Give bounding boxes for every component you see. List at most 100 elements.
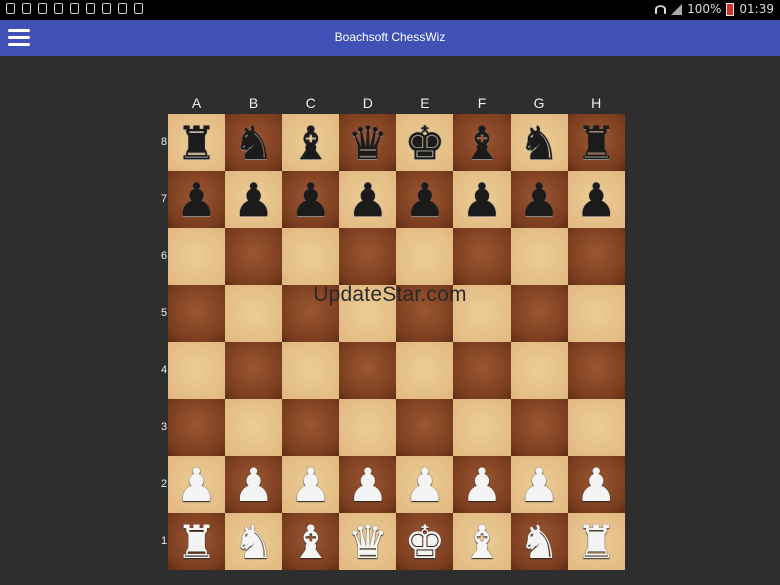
square-c5[interactable] [282, 285, 340, 342]
square-a1[interactable]: ♜ [168, 513, 226, 570]
square-a6[interactable] [168, 228, 226, 285]
square-e1[interactable]: ♚ [396, 513, 454, 570]
white-pawn-piece[interactable]: ♟ [233, 462, 274, 508]
square-c6[interactable] [282, 228, 340, 285]
square-c7[interactable]: ♟ [282, 171, 340, 228]
square-h8[interactable]: ♜ [567, 114, 625, 171]
white-pawn-piece[interactable]: ♟ [518, 462, 559, 508]
square-e7[interactable]: ♟ [396, 171, 454, 228]
square-d6[interactable] [339, 228, 397, 285]
black-pawn-piece[interactable]: ♟ [576, 177, 617, 223]
black-knight-piece[interactable]: ♞ [518, 120, 559, 166]
black-rook-piece[interactable]: ♜ [176, 120, 217, 166]
square-e3[interactable] [396, 399, 454, 456]
black-bishop-piece[interactable]: ♝ [461, 120, 502, 166]
square-g7[interactable]: ♟ [510, 171, 568, 228]
square-f7[interactable]: ♟ [453, 171, 511, 228]
black-pawn-piece[interactable]: ♟ [290, 177, 331, 223]
square-c3[interactable] [282, 399, 340, 456]
square-b3[interactable] [225, 399, 283, 456]
square-g2[interactable]: ♟ [510, 456, 568, 513]
black-pawn-piece[interactable]: ♟ [347, 177, 388, 223]
square-d8[interactable]: ♛ [339, 114, 397, 171]
square-h7[interactable]: ♟ [567, 171, 625, 228]
white-knight-piece[interactable]: ♞ [518, 519, 559, 565]
app-title: Boachsoft ChessWiz [334, 30, 446, 44]
square-d1[interactable]: ♛ [339, 513, 397, 570]
square-d7[interactable]: ♟ [339, 171, 397, 228]
square-g1[interactable]: ♞ [510, 513, 568, 570]
square-e4[interactable] [396, 342, 454, 399]
square-b6[interactable] [225, 228, 283, 285]
square-g4[interactable] [510, 342, 568, 399]
square-f2[interactable]: ♟ [453, 456, 511, 513]
black-rook-piece[interactable]: ♜ [576, 120, 617, 166]
black-pawn-piece[interactable]: ♟ [176, 177, 217, 223]
square-b2[interactable]: ♟ [225, 456, 283, 513]
white-rook-piece[interactable]: ♜ [576, 519, 617, 565]
square-g8[interactable]: ♞ [510, 114, 568, 171]
white-pawn-piece[interactable]: ♟ [461, 462, 502, 508]
white-bishop-piece[interactable]: ♝ [461, 519, 502, 565]
square-a5[interactable] [168, 285, 226, 342]
square-d5[interactable] [339, 285, 397, 342]
square-e5[interactable] [396, 285, 454, 342]
square-h6[interactable] [567, 228, 625, 285]
square-h1[interactable]: ♜ [567, 513, 625, 570]
white-bishop-piece[interactable]: ♝ [290, 519, 331, 565]
square-a4[interactable] [168, 342, 226, 399]
square-f3[interactable] [453, 399, 511, 456]
square-h2[interactable]: ♟ [567, 456, 625, 513]
square-d3[interactable] [339, 399, 397, 456]
square-h5[interactable] [567, 285, 625, 342]
white-pawn-piece[interactable]: ♟ [576, 462, 617, 508]
notification-icons [6, 3, 143, 14]
square-a3[interactable] [168, 399, 226, 456]
square-f8[interactable]: ♝ [453, 114, 511, 171]
square-f4[interactable] [453, 342, 511, 399]
white-king-piece[interactable]: ♚ [404, 519, 445, 565]
white-queen-piece[interactable]: ♛ [347, 519, 388, 565]
black-queen-piece[interactable]: ♛ [347, 120, 388, 166]
white-pawn-piece[interactable]: ♟ [347, 462, 388, 508]
square-e6[interactable] [396, 228, 454, 285]
square-d4[interactable] [339, 342, 397, 399]
square-c8[interactable]: ♝ [282, 114, 340, 171]
square-b1[interactable]: ♞ [225, 513, 283, 570]
square-h4[interactable] [567, 342, 625, 399]
square-a8[interactable]: ♜ [168, 114, 226, 171]
black-bishop-piece[interactable]: ♝ [290, 120, 331, 166]
black-pawn-piece[interactable]: ♟ [404, 177, 445, 223]
square-h3[interactable] [567, 399, 625, 456]
chess-board[interactable]: ♜ ♞ ♝ ♛ ♚ ♝ ♞ ♜ ♟ ♟ ♟ ♟ ♟ ♟ ♟ ♟ ♟ ♟ ♟ ♟ ♟ ♟ ♟ ♟ ♜ ♞ ♝ ♛ ♚ ♝ ♞ ♜ [168, 114, 625, 570]
square-f5[interactable] [453, 285, 511, 342]
square-b8[interactable]: ♞ [225, 114, 283, 171]
square-f6[interactable] [453, 228, 511, 285]
white-knight-piece[interactable]: ♞ [233, 519, 274, 565]
square-g6[interactable] [510, 228, 568, 285]
square-e2[interactable]: ♟ [396, 456, 454, 513]
square-c4[interactable] [282, 342, 340, 399]
black-knight-piece[interactable]: ♞ [233, 120, 274, 166]
white-pawn-piece[interactable]: ♟ [176, 462, 217, 508]
square-c1[interactable]: ♝ [282, 513, 340, 570]
black-pawn-piece[interactable]: ♟ [461, 177, 502, 223]
black-king-piece[interactable]: ♚ [404, 120, 445, 166]
white-rook-piece[interactable]: ♜ [176, 519, 217, 565]
square-e8[interactable]: ♚ [396, 114, 454, 171]
square-c2[interactable]: ♟ [282, 456, 340, 513]
square-a7[interactable]: ♟ [168, 171, 226, 228]
square-d2[interactable]: ♟ [339, 456, 397, 513]
square-b7[interactable]: ♟ [225, 171, 283, 228]
square-g5[interactable] [510, 285, 568, 342]
square-g3[interactable] [510, 399, 568, 456]
white-pawn-piece[interactable]: ♟ [290, 462, 331, 508]
square-f1[interactable]: ♝ [453, 513, 511, 570]
square-b4[interactable] [225, 342, 283, 399]
square-a2[interactable]: ♟ [168, 456, 226, 513]
play-icon [134, 3, 143, 14]
black-pawn-piece[interactable]: ♟ [233, 177, 274, 223]
square-b5[interactable] [225, 285, 283, 342]
black-pawn-piece[interactable]: ♟ [518, 177, 559, 223]
white-pawn-piece[interactable]: ♟ [404, 462, 445, 508]
